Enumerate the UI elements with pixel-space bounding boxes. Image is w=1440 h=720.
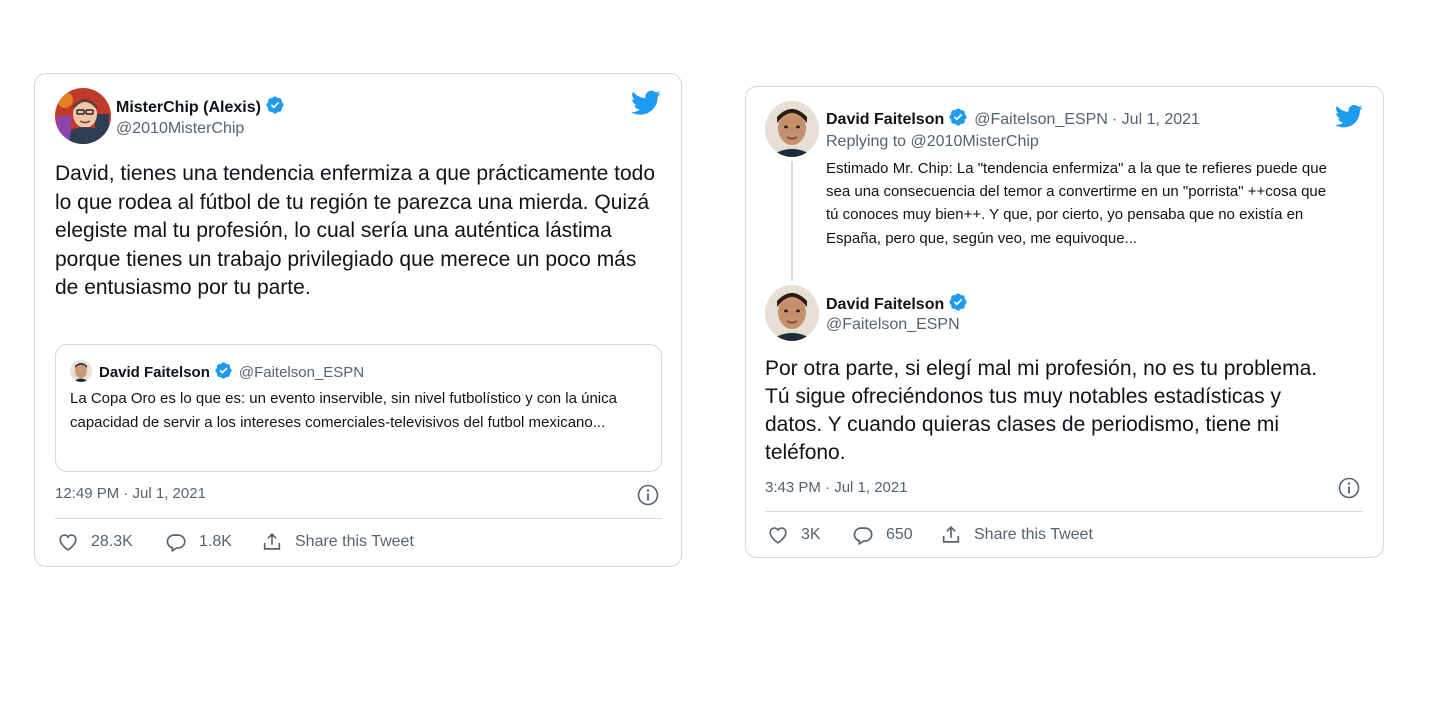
quoted-author-handle: @Faitelson_ESPN bbox=[238, 364, 365, 381]
tweet-card-faitelson[interactable]: David Faitelson @Faitelson_ESPN · Jul 1, 2… bbox=[745, 86, 1384, 558]
replying-to-handle[interactable]: @2010MisterChip bbox=[911, 133, 1039, 150]
tweet-text: David, tienes una tendencia enfermiza a … bbox=[55, 162, 656, 299]
reply-bubble-icon bbox=[166, 534, 186, 553]
quoted-avatar[interactable] bbox=[70, 360, 92, 382]
share-label: Share this Tweet bbox=[295, 533, 414, 550]
divider bbox=[765, 511, 1363, 512]
info-icon[interactable] bbox=[1337, 476, 1361, 500]
avatar-misterchip[interactable] bbox=[55, 88, 111, 144]
heart-icon bbox=[59, 534, 77, 551]
replying-to-prefix: Replying to bbox=[826, 133, 907, 150]
reply-count: 650 bbox=[886, 526, 913, 543]
twitter-bird-icon[interactable] bbox=[1335, 104, 1363, 129]
parent-author-name[interactable]: David Faitelson bbox=[826, 111, 944, 128]
parent-avatar[interactable] bbox=[765, 101, 819, 157]
parent-tweet-text: Estimado Mr. Chip: La "tendencia enfermi… bbox=[826, 160, 1327, 247]
author-name[interactable]: MisterChip (Alexis) bbox=[116, 99, 261, 116]
like-count: 3K bbox=[801, 526, 821, 543]
like-count: 28.3K bbox=[91, 533, 133, 550]
author-handle[interactable]: @2010MisterChip bbox=[116, 120, 244, 138]
author-row: MisterChip (Alexis) bbox=[116, 95, 285, 120]
reply-bubble-icon bbox=[853, 527, 873, 546]
like-button[interactable]: 3K bbox=[767, 524, 821, 546]
thread-line bbox=[791, 161, 793, 281]
tweet-timestamp[interactable]: 3:43 PM · Jul 1, 2021 bbox=[765, 479, 908, 496]
replying-to-line: Replying to @2010MisterChip bbox=[826, 133, 1039, 151]
heart-icon bbox=[769, 527, 787, 544]
verified-badge-icon bbox=[265, 95, 285, 120]
verified-badge-icon bbox=[948, 107, 968, 132]
parent-author-handle[interactable]: @Faitelson_ESPN bbox=[974, 111, 1108, 128]
author-name[interactable]: David Faitelson bbox=[826, 296, 944, 313]
parent-date[interactable]: · Jul 1, 2021 bbox=[1112, 111, 1200, 128]
author-handle[interactable]: @Faitelson_ESPN bbox=[826, 316, 960, 334]
tweet-card-misterchip[interactable]: MisterChip (Alexis) @2010MisterChip Davi… bbox=[34, 73, 682, 567]
quoted-tweet[interactable]: David Faitelson @Faitelson_ESPN La Copa O… bbox=[55, 344, 662, 472]
share-icon bbox=[263, 533, 281, 550]
share-button[interactable]: Share this Tweet bbox=[261, 531, 414, 553]
quoted-tweet-text: La Copa Oro es lo que es: un evento inse… bbox=[70, 390, 617, 431]
info-icon[interactable] bbox=[636, 483, 660, 507]
verified-badge-icon bbox=[948, 292, 968, 317]
tweet-text: Por otra parte, si elegí mal mi profesió… bbox=[765, 357, 1318, 464]
reply-button[interactable]: 1.8K bbox=[165, 531, 232, 553]
share-icon bbox=[942, 526, 960, 543]
quoted-author-name: David Faitelson bbox=[99, 364, 210, 381]
divider bbox=[55, 518, 662, 519]
avatar-faitelson[interactable] bbox=[765, 285, 819, 341]
reply-count: 1.8K bbox=[199, 533, 232, 550]
like-button[interactable]: 28.3K bbox=[57, 531, 133, 553]
tweet-timestamp[interactable]: 12:49 PM · Jul 1, 2021 bbox=[55, 485, 206, 502]
share-button[interactable]: Share this Tweet bbox=[940, 524, 1093, 546]
verified-badge-icon bbox=[214, 361, 233, 385]
reply-button[interactable]: 650 bbox=[852, 524, 913, 546]
twitter-bird-icon[interactable] bbox=[631, 90, 661, 116]
share-label: Share this Tweet bbox=[974, 526, 1093, 543]
